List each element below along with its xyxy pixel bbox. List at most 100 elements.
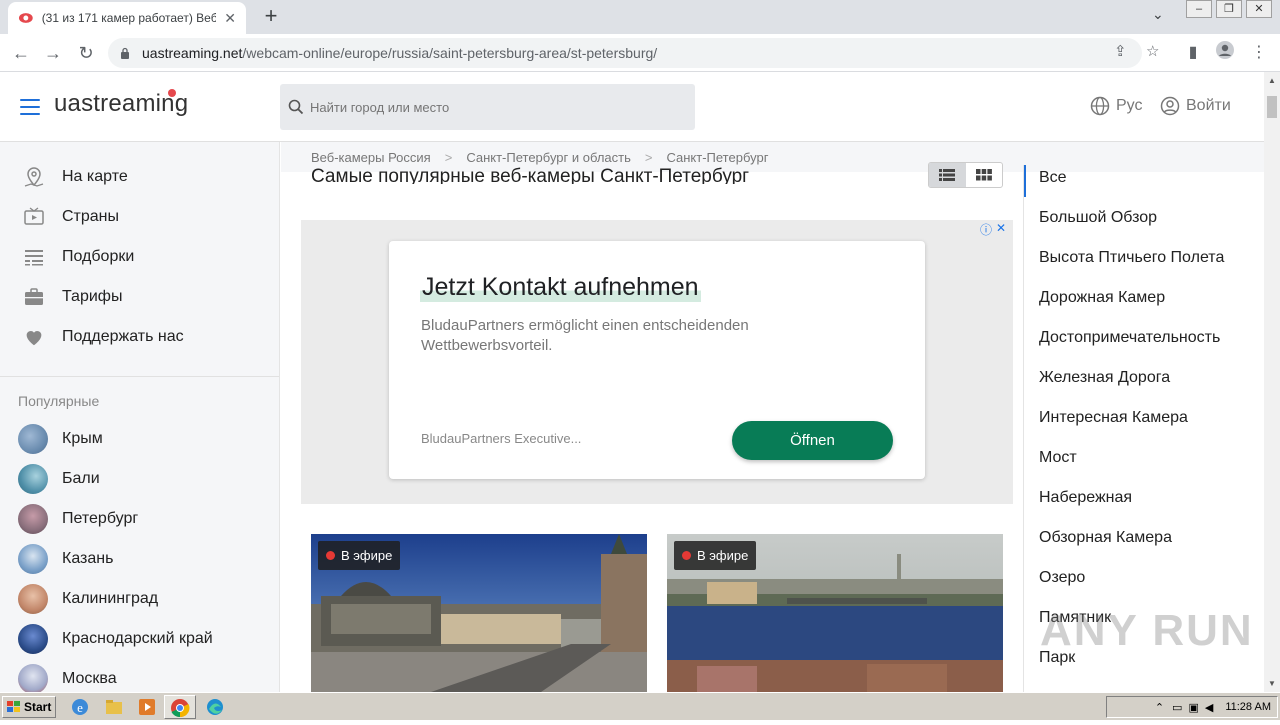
ad-text: BludauPartners ermöglicht einen entschei… xyxy=(421,317,749,354)
scroll-down-arrow-icon[interactable]: ▼ xyxy=(1268,679,1276,688)
url-path: /webcam-online/europe/russia/saint-peter… xyxy=(242,45,658,61)
grid-view-button[interactable] xyxy=(966,163,1003,187)
popular-heading: Популярные xyxy=(18,393,100,409)
sidebar-item-collections[interactable]: Подборки xyxy=(0,237,279,277)
sidebar-item-label: На карте xyxy=(62,168,128,185)
heart-icon xyxy=(22,325,46,349)
live-dot-icon xyxy=(682,551,691,560)
popular-item-krasnodar[interactable]: Краснодарский край xyxy=(18,619,213,659)
popular-item-crimea[interactable]: Крым xyxy=(18,419,103,459)
maximize-button[interactable]: ❐ xyxy=(1216,0,1242,18)
login-label: Войти xyxy=(1186,97,1231,114)
tray-monitor-icon[interactable]: ▣ xyxy=(1188,701,1198,714)
category-item[interactable]: Обзорная Камера xyxy=(1039,529,1172,547)
language-selector[interactable]: Рус xyxy=(1090,96,1143,116)
scroll-up-arrow-icon[interactable]: ▲ xyxy=(1268,76,1276,85)
bookmark-star-icon[interactable]: ☆ xyxy=(1146,42,1159,60)
window-controls: – ❐ ✕ xyxy=(1182,0,1272,18)
windows-logo-icon xyxy=(7,701,20,712)
forward-arrow-icon[interactable]: → xyxy=(40,40,66,66)
side-panel-icon[interactable]: ▮ xyxy=(1180,40,1206,66)
tv-icon xyxy=(22,205,46,229)
category-item-all[interactable]: Все xyxy=(1039,169,1067,187)
live-badge: В эфире xyxy=(674,541,757,570)
avatar xyxy=(18,664,48,692)
new-tab-button[interactable]: + xyxy=(258,4,284,30)
minimize-button[interactable]: – xyxy=(1186,0,1212,18)
ad-info-icon[interactable]: ⓘ xyxy=(980,221,992,238)
camera-card[interactable]: В эфире xyxy=(667,534,1003,692)
address-bar[interactable]: uastreaming.net/webcam-online/europe/rus… xyxy=(108,38,1142,68)
live-dot-icon xyxy=(326,551,335,560)
edge-icon[interactable] xyxy=(205,697,225,717)
login-button[interactable]: Войти xyxy=(1160,96,1231,116)
camera-card[interactable]: В эфире xyxy=(311,534,647,692)
popular-item-kazan[interactable]: Казань xyxy=(18,539,113,579)
browser-menu-icon[interactable]: ⋮ xyxy=(1246,40,1272,66)
sidebar-item-tariffs[interactable]: Тарифы xyxy=(0,277,279,317)
popular-item-label: Казань xyxy=(62,550,114,567)
popular-item-kaliningrad[interactable]: Калининград xyxy=(18,579,158,619)
category-item[interactable]: Большой Обзор xyxy=(1039,209,1157,227)
tray-expand-icon[interactable]: ⌃ xyxy=(1155,701,1164,714)
sidebar-item-support[interactable]: Поддержать нас xyxy=(0,317,279,357)
globe-icon xyxy=(1090,96,1110,116)
popular-item-moscow[interactable]: Москва xyxy=(18,659,117,692)
lock-icon xyxy=(121,47,129,59)
avatar xyxy=(18,544,48,574)
profile-icon[interactable] xyxy=(1212,40,1238,66)
browser-tabstrip: (31 из 171 камер работает) Веб-камеры ✕ … xyxy=(0,0,1280,34)
popular-item-petersburg[interactable]: Петербург xyxy=(18,499,138,539)
reload-icon[interactable]: ↻ xyxy=(73,40,99,66)
browser-tab[interactable]: (31 из 171 камер работает) Веб-камеры ✕ xyxy=(8,2,246,34)
tab-title: (31 из 171 камер работает) Веб-камеры xyxy=(41,11,217,25)
ad-open-button[interactable]: Öffnen xyxy=(732,421,893,460)
tray-volume-icon[interactable]: ◀ xyxy=(1205,701,1213,714)
media-player-icon[interactable] xyxy=(137,697,157,717)
ad-close-icon[interactable]: ✕ xyxy=(996,221,1006,238)
close-window-button[interactable]: ✕ xyxy=(1246,0,1272,18)
popular-item-bali[interactable]: Бали xyxy=(18,459,100,499)
sidebar-item-map[interactable]: На карте xyxy=(0,157,279,197)
category-item[interactable]: Мост xyxy=(1039,449,1077,467)
ad-source: BludauPartners Executive... xyxy=(421,431,582,446)
ad-card[interactable]: Jetzt Kontakt aufnehmen BludauPartners e… xyxy=(389,241,925,479)
category-item[interactable]: Железная Дорога xyxy=(1039,369,1170,387)
chrome-task-button[interactable] xyxy=(164,695,196,719)
category-item[interactable]: Дорожная Камер xyxy=(1039,289,1165,307)
category-item[interactable]: Достопримечательность xyxy=(1039,329,1220,347)
page-scrollbar[interactable]: ▲ ▼ xyxy=(1264,72,1280,692)
popular-item-label: Калининград xyxy=(62,590,159,607)
sidebar-item-countries[interactable]: Страны xyxy=(0,197,279,237)
live-badge-label: В эфире xyxy=(697,548,749,563)
start-label: Start xyxy=(24,700,52,714)
ad-choices[interactable]: ⓘ ✕ xyxy=(980,221,1006,238)
avatar xyxy=(18,504,48,534)
popular-item-label: Крым xyxy=(62,430,103,447)
eye-favicon-icon xyxy=(18,13,33,23)
category-item[interactable]: Озеро xyxy=(1039,569,1085,587)
avatar xyxy=(18,584,48,614)
tray-clock[interactable]: 11:28 AM xyxy=(1225,701,1271,713)
back-arrow-icon[interactable]: ← xyxy=(8,40,34,66)
tab-close-icon[interactable]: ✕ xyxy=(224,10,236,27)
category-item[interactable]: Набережная xyxy=(1039,489,1132,507)
category-item[interactable]: Высота Птичьего Полета xyxy=(1039,249,1224,267)
ad-heading[interactable]: Jetzt Kontakt aufnehmen xyxy=(420,273,701,302)
search-input[interactable] xyxy=(310,99,680,115)
sidebar-item-label: Подборки xyxy=(62,248,135,265)
start-button[interactable]: Start xyxy=(2,696,56,718)
share-icon[interactable]: ⇪ xyxy=(1114,42,1127,60)
tab-search-chevron-icon[interactable]: ⌄ xyxy=(1152,6,1164,23)
tray-network-icon[interactable]: ▭ xyxy=(1172,701,1182,714)
sidebar-divider xyxy=(0,376,279,377)
search-box[interactable] xyxy=(280,84,695,130)
folder-icon[interactable] xyxy=(104,697,124,717)
scroll-thumb[interactable] xyxy=(1267,96,1277,118)
hamburger-menu-icon[interactable] xyxy=(20,99,40,115)
category-item[interactable]: Интересная Камера xyxy=(1039,409,1188,427)
ie-icon[interactable]: e xyxy=(70,697,90,717)
list-view-button[interactable] xyxy=(929,163,966,187)
system-tray: ⌃ ▭ ▣ ◀ 11:28 AM xyxy=(1106,696,1278,718)
avatar xyxy=(18,624,48,654)
